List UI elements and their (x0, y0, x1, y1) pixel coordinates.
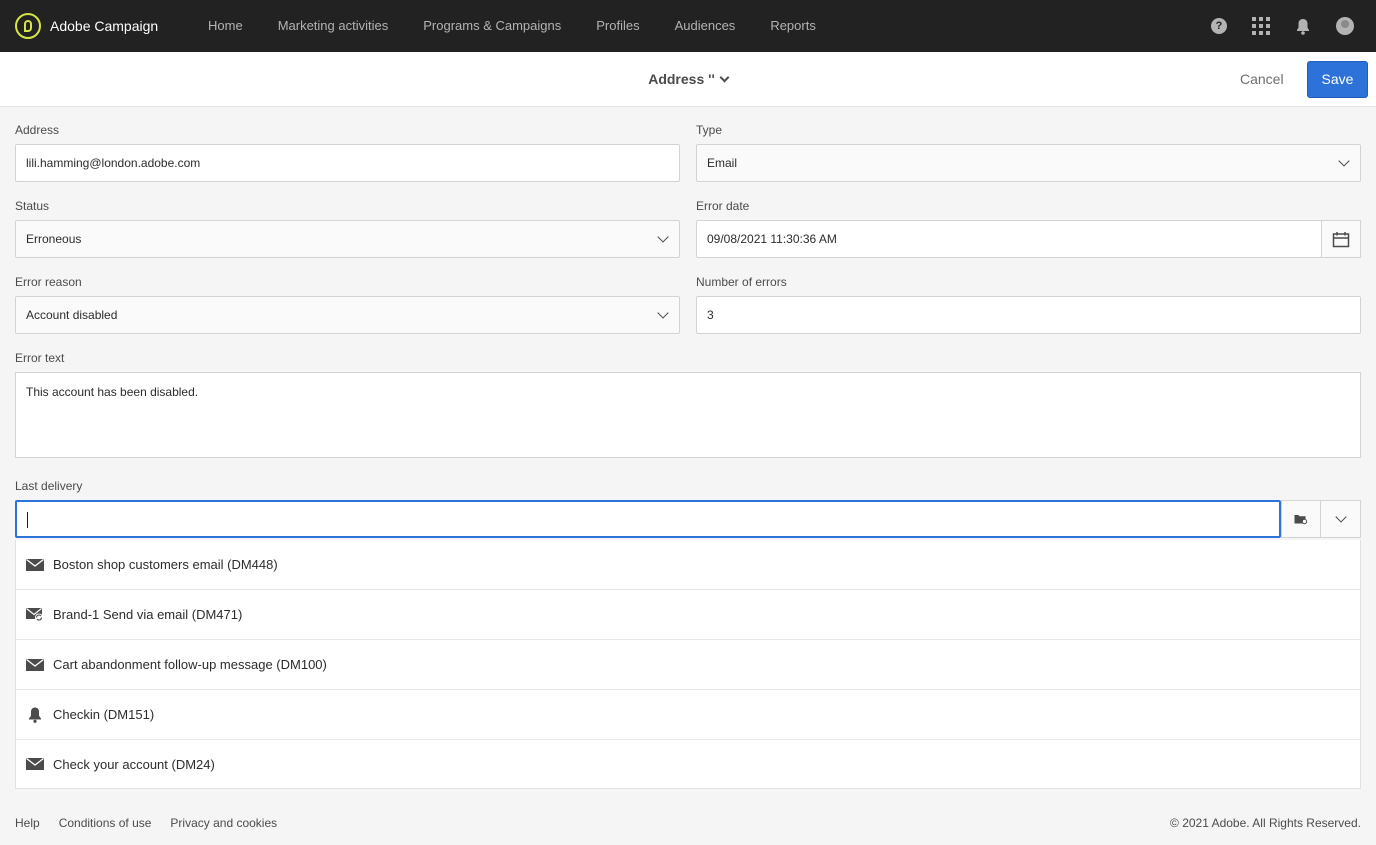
list-item[interactable]: Check your account (DM24) (16, 740, 1360, 788)
chevron-down-icon (1338, 155, 1350, 167)
nav-item-audiences[interactable]: Audiences (675, 0, 736, 52)
calendar-button[interactable] (1321, 220, 1361, 258)
text-caret (27, 512, 28, 528)
chevron-down-icon (657, 231, 669, 243)
recurring-email-icon (26, 607, 44, 622)
address-label: Address (15, 123, 60, 137)
status-value: Erroneous (26, 232, 82, 246)
error-reason-select[interactable]: Account disabled (15, 296, 680, 334)
nav-item-profiles[interactable]: Profiles (596, 0, 639, 52)
envelope-icon (26, 658, 44, 672)
error-reason-label: Error reason (15, 275, 82, 289)
footer: Help Conditions of use Privacy and cooki… (0, 801, 1376, 845)
help-icon[interactable]: ? (1210, 17, 1228, 35)
last-delivery-dropdown-button[interactable] (1320, 500, 1361, 538)
error-reason-value: Account disabled (26, 308, 118, 322)
type-label: Type (696, 123, 723, 137)
nav-item-home[interactable]: Home (208, 0, 243, 52)
envelope-icon (26, 757, 44, 771)
error-date-label: Error date (696, 199, 750, 213)
apps-icon[interactable] (1252, 17, 1270, 35)
nav-item-reports[interactable]: Reports (770, 0, 816, 52)
number-of-errors-label: Number of errors (696, 275, 787, 289)
address-field[interactable]: lili.hamming@london.adobe.com (15, 144, 680, 182)
list-item[interactable]: Cart abandonment follow-up message (DM10… (16, 640, 1360, 690)
list-item-label: Brand-1 Send via email (DM471) (53, 607, 243, 622)
nav-item-programs-campaigns[interactable]: Programs & Campaigns (423, 0, 561, 52)
footer-link-conditions-of-use[interactable]: Conditions of use (59, 816, 152, 830)
list-item-label: Cart abandonment follow-up message (DM10… (53, 657, 327, 672)
folder-search-icon (1294, 515, 1308, 525)
error-date-field[interactable]: 09/08/2021 11:30:36 AM (696, 220, 1322, 258)
last-delivery-dropdown-list: Boston shop customers email (DM448) Bran… (15, 540, 1361, 789)
brand[interactable]: Adobe Campaign (15, 13, 208, 39)
save-button[interactable]: Save (1307, 61, 1368, 98)
push-bell-icon (26, 707, 44, 723)
page-title-text: Address '' (648, 71, 715, 87)
app-name: Adobe Campaign (50, 18, 159, 34)
footer-link-help[interactable]: Help (15, 816, 40, 830)
bell-icon[interactable] (1294, 17, 1312, 35)
error-text-textarea[interactable]: This account has been disabled. (15, 372, 1361, 458)
calendar-icon (1332, 231, 1350, 247)
list-item-label: Boston shop customers email (DM448) (53, 557, 278, 572)
browse-button[interactable] (1281, 500, 1321, 538)
page-title[interactable]: Address '' (0, 52, 1376, 107)
type-value: Email (707, 156, 738, 170)
chevron-down-icon (1334, 511, 1347, 523)
footer-link-privacy-and-cookies[interactable]: Privacy and cookies (170, 816, 277, 830)
status-label: Status (15, 199, 50, 213)
nav-right-actions: ? (1186, 0, 1354, 52)
last-delivery-label: Last delivery (15, 479, 83, 493)
last-delivery-input[interactable] (15, 500, 1281, 538)
chevron-down-icon (719, 72, 730, 83)
envelope-icon (26, 558, 44, 572)
list-item[interactable]: Boston shop customers email (DM448) (16, 540, 1360, 590)
list-item[interactable]: Brand-1 Send via email (DM471) (16, 590, 1360, 640)
chevron-down-icon (657, 307, 669, 319)
error-text-label: Error text (15, 351, 65, 365)
status-select[interactable]: Erroneous (15, 220, 680, 258)
number-of-errors-field[interactable]: 3 (696, 296, 1361, 334)
list-item-label: Check your account (DM24) (53, 756, 215, 772)
page-header: Address '' Cancel Save (0, 52, 1376, 107)
avatar[interactable] (1336, 17, 1354, 35)
nav-item-marketing-activities[interactable]: Marketing activities (278, 0, 389, 52)
main-nav: Home Marketing activities Programs & Cam… (208, 0, 851, 52)
copyright: © 2021 Adobe. All Rights Reserved. (1170, 816, 1361, 830)
cancel-button[interactable]: Cancel (1240, 71, 1284, 87)
type-select[interactable]: Email (696, 144, 1361, 182)
list-item-label: Checkin (DM151) (53, 707, 155, 722)
adobe-campaign-logo-icon (15, 13, 41, 39)
list-item[interactable]: Checkin (DM151) (16, 690, 1360, 740)
top-navigation-bar: Adobe Campaign Home Marketing activities… (0, 0, 1376, 52)
